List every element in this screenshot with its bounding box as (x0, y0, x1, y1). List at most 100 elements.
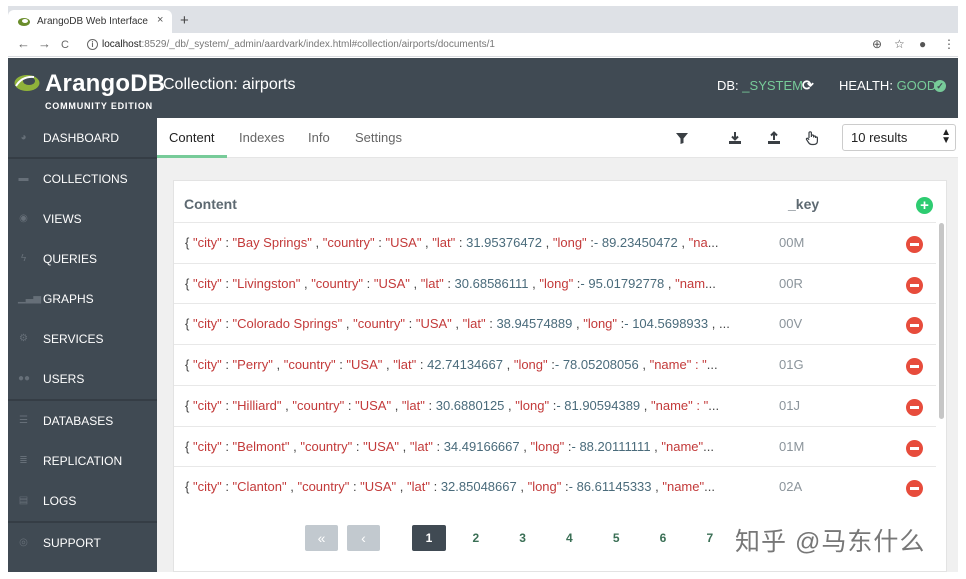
tab-content[interactable]: Content (169, 130, 215, 145)
zoom-icon[interactable]: ⊕ (872, 38, 882, 51)
table-row[interactable]: { "city" : "Clanton" , "country" : "USA"… (174, 466, 936, 507)
url-path: :8529/_db/_system/_admin/aardvark/index.… (141, 39, 495, 50)
previous-page-button[interactable]: ‹ (347, 525, 380, 551)
address-bar: ← → C i localhost:8529/_db/_system/_admi… (8, 33, 958, 57)
add-document-button[interactable]: + (916, 197, 933, 214)
table-row[interactable]: { "city" : "Bay Springs" , "country" : "… (174, 222, 936, 263)
url-host: localhost (102, 39, 142, 50)
site-info-icon[interactable]: i (87, 39, 98, 50)
documents-panel: Content _key + { "city" : "Bay Springs" … (173, 180, 947, 572)
logo-subtitle: COMMUNITY EDITION (45, 101, 153, 111)
document-preview[interactable]: { "city" : "Livingston" , "country" : "U… (185, 276, 748, 291)
tab-indexes[interactable]: Indexes (239, 130, 285, 145)
column-header-key: _key (788, 196, 820, 212)
url-field[interactable]: localhost:8529/_db/_system/_admin/aardva… (102, 39, 495, 50)
table-row[interactable]: { "city" : "Belmont" , "country" : "USA"… (174, 425, 936, 467)
account-icon[interactable]: ● (919, 38, 926, 51)
delete-document-button[interactable] (906, 276, 923, 294)
filter-icon[interactable] (674, 130, 690, 146)
sidebar-item-databases[interactable]: ☰ DATABASES (8, 401, 157, 441)
reload-icon[interactable]: C (61, 38, 69, 52)
table-row[interactable]: { "city" : "Perry" , "country" : "USA" ,… (174, 344, 936, 385)
forward-icon[interactable]: → (38, 37, 51, 51)
sidebar-item-queries[interactable]: ϟ QUERIES (8, 239, 157, 279)
hand-pointer-icon[interactable] (804, 130, 820, 146)
delete-document-button[interactable] (906, 398, 923, 416)
tab-title: ArangoDB Web Interface (37, 16, 148, 27)
document-preview[interactable]: { "city" : "Belmont" , "country" : "USA"… (185, 439, 748, 454)
page-number-button[interactable]: 5 (599, 525, 633, 551)
document-preview[interactable]: { "city" : "Bay Springs" , "country" : "… (185, 235, 748, 250)
arangodb-favicon-icon (18, 18, 30, 26)
download-icon[interactable] (727, 130, 743, 146)
delete-document-button[interactable] (906, 480, 923, 498)
sidebar-item-dashboard[interactable]: ◕ DASHBOARD (8, 118, 157, 158)
page-number-button[interactable]: 6 (646, 525, 680, 551)
document-preview[interactable]: { "city" : "Hilliard" , "country" : "USA… (185, 398, 748, 413)
new-tab-icon[interactable]: + (180, 13, 189, 28)
document-preview[interactable]: { "city" : "Perry" , "country" : "USA" ,… (185, 357, 748, 372)
lifebuoy-icon: ◎ (19, 537, 28, 548)
sidebar-item-support[interactable]: ◎ SUPPORT (8, 523, 157, 563)
delete-document-button[interactable] (906, 236, 923, 253)
table-row[interactable]: { "city" : "Colorado Springs" , "country… (174, 303, 936, 344)
sidebar-item-label: DATABASES (43, 414, 114, 428)
document-preview[interactable]: { "city" : "Colorado Springs" , "country… (185, 316, 748, 331)
page-number-button[interactable]: 7 (693, 525, 727, 551)
server-icon: ≣ (19, 455, 28, 466)
document-key: 01J (779, 397, 800, 413)
back-icon[interactable]: ← (17, 37, 30, 51)
health-label: HEALTH: (839, 78, 893, 93)
database-icon: ☰ (19, 415, 28, 426)
page-number-button[interactable]: 1 (412, 525, 446, 551)
sidebar: ◕ DASHBOARD ▬ COLLECTIONS ◉ VIEWS ϟ QUER… (8, 118, 157, 572)
sidebar-item-label: REPLICATION (43, 454, 123, 468)
health-indicator: HEALTH: GOOD (839, 78, 936, 93)
table-row[interactable]: { "city" : "Livingston" , "country" : "U… (174, 262, 936, 304)
main-content: Content Indexes Info Settings 10 results (157, 118, 958, 572)
sidebar-item-replication[interactable]: ≣ REPLICATION (8, 441, 157, 481)
sidebar-item-label: DASHBOARD (43, 131, 120, 145)
browser-menu-icon[interactable]: ⋮ (943, 38, 955, 51)
active-tab-indicator (157, 155, 227, 158)
sidebar-item-collections[interactable]: ▬ COLLECTIONS (8, 159, 157, 199)
bolt-icon: ϟ (20, 253, 27, 264)
db-indicator: DB: _SYSTEM (717, 78, 803, 93)
delete-document-button[interactable] (906, 358, 923, 376)
arangodb-logo-icon[interactable] (14, 72, 41, 92)
cogs-icon: ⚙ (19, 333, 28, 344)
document-preview[interactable]: { "city" : "Clanton" , "country" : "USA"… (185, 479, 748, 494)
document-key: 00M (779, 235, 805, 250)
delete-document-button[interactable] (906, 317, 923, 335)
scrollbar[interactable] (939, 223, 944, 419)
results-per-page-select[interactable]: 10 results ▲ ▼ (842, 124, 956, 151)
logo-text: ArangoDB (45, 70, 166, 97)
sidebar-item-label: SERVICES (43, 332, 104, 346)
browser-tabbar: ArangoDB Web Interface × + (8, 6, 958, 33)
page-number-button[interactable]: 2 (459, 525, 493, 551)
document-key: 01M (779, 438, 805, 454)
upload-icon[interactable] (766, 130, 782, 146)
bookmark-star-icon[interactable]: ☆ (894, 38, 905, 51)
first-page-button[interactable]: « (305, 525, 338, 551)
browser-window: ArangoDB Web Interface × + ← → C i local… (8, 6, 958, 572)
sidebar-item-logs[interactable]: ▤ LOGS (8, 481, 157, 521)
page-number-button[interactable]: 3 (506, 525, 540, 551)
tab-close-icon[interactable]: × (157, 14, 163, 26)
browser-tab[interactable]: ArangoDB Web Interface × (8, 10, 172, 33)
db-value[interactable]: _SYSTEM (742, 78, 803, 93)
page-number-button[interactable]: 4 (552, 525, 586, 551)
sidebar-item-users[interactable]: ●● USERS (8, 359, 157, 399)
tab-settings[interactable]: Settings (355, 130, 402, 145)
sidebar-item-views[interactable]: ◉ VIEWS (8, 199, 157, 239)
sidebar-item-services[interactable]: ⚙ SERVICES (8, 319, 157, 359)
sidebar-item-graphs[interactable]: ▁▃▅ GRAPHS (8, 279, 157, 319)
refresh-icon[interactable]: ⟳ (802, 77, 814, 94)
document-key: 00V (779, 316, 803, 332)
column-header-content: Content (184, 196, 237, 212)
table-row[interactable]: { "city" : "Hilliard" , "country" : "USA… (174, 384, 936, 426)
db-label: DB: (717, 78, 739, 93)
sidebar-item-label: QUERIES (43, 252, 98, 266)
tab-info[interactable]: Info (308, 130, 330, 145)
delete-document-button[interactable] (906, 439, 923, 457)
